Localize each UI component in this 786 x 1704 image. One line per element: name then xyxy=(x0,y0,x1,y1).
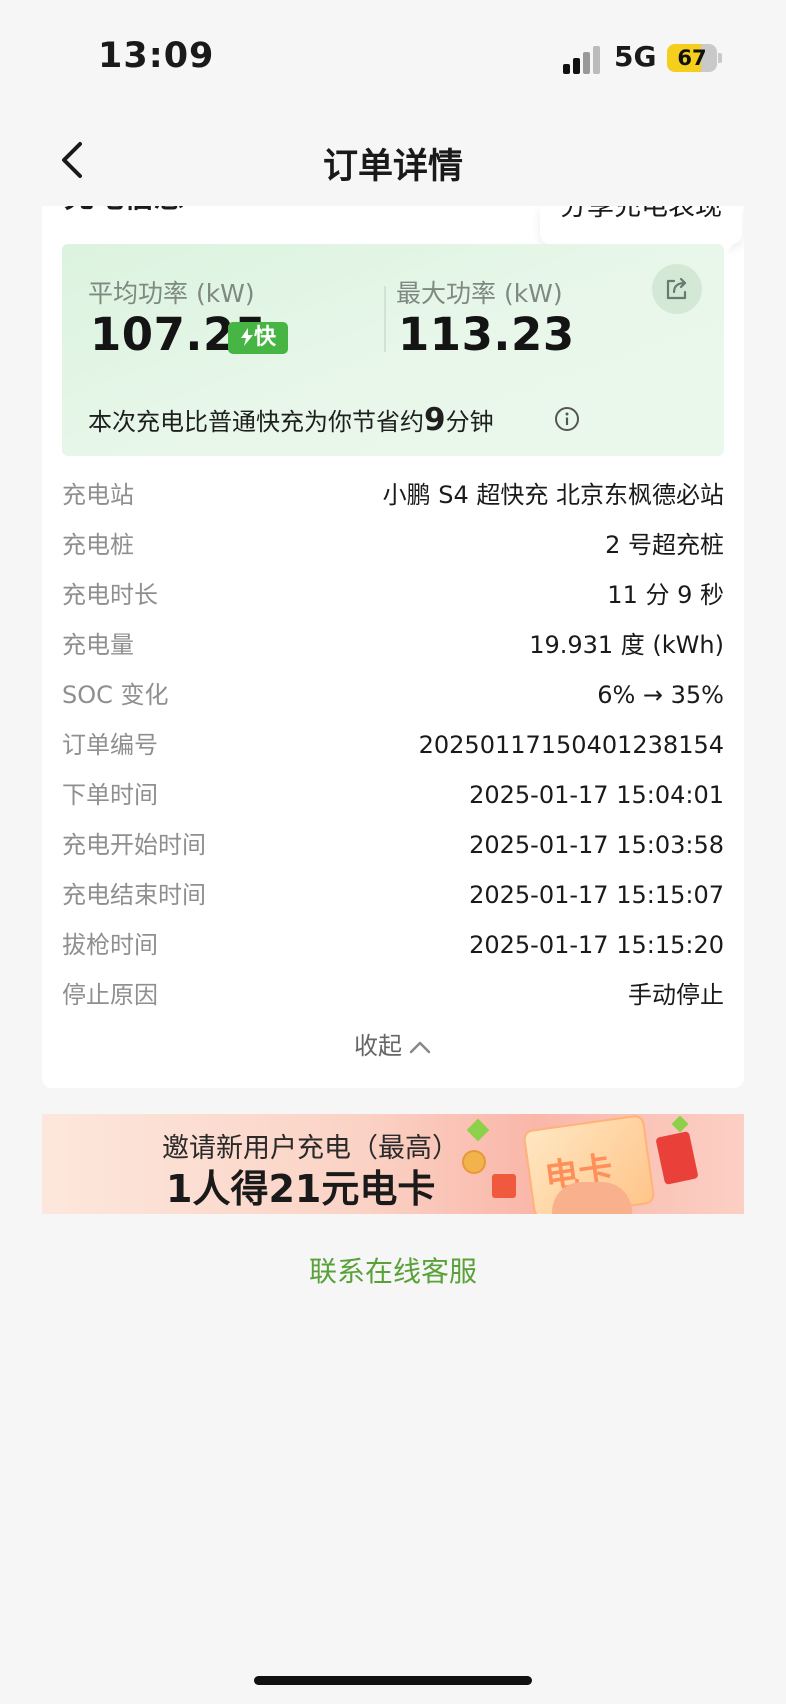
saving-prefix: 本次充电比普通快充为你节省约 xyxy=(88,408,424,436)
gift-icon xyxy=(492,1174,516,1198)
charging-info-card: 充电信息 分享充电表现 平均功率 (kW) 107.25 快 最大功率 (kW)… xyxy=(42,206,744,1088)
detail-value: 2025-01-17 15:04:01 xyxy=(469,781,724,809)
detail-label: 拔枪时间 xyxy=(62,931,158,959)
detail-row: 充电结束时间 2025-01-17 15:15:07 xyxy=(62,870,724,920)
status-bar: 13:09 5G 67 xyxy=(0,0,786,110)
fast-badge-label: 快 xyxy=(253,325,276,350)
page-title: 订单详情 xyxy=(322,147,463,187)
sparkle-icon xyxy=(466,1118,490,1142)
detail-label: 充电量 xyxy=(62,631,134,659)
detail-row: 充电站 小鹏 S4 超快充 北京东枫德必站 xyxy=(62,470,724,520)
detail-row: 充电开始时间 2025-01-17 15:03:58 xyxy=(62,820,724,870)
detail-label: 充电站 xyxy=(62,481,134,509)
info-icon[interactable] xyxy=(554,406,580,432)
detail-label: 下单时间 xyxy=(62,781,158,809)
share-icon xyxy=(666,277,687,300)
detail-row: 停止原因 手动停止 xyxy=(62,970,724,1020)
home-indicator[interactable] xyxy=(254,1676,532,1685)
detail-row: SOC 变化 6% → 35% xyxy=(62,670,724,720)
saving-suffix: 分钟 xyxy=(445,408,494,436)
saving-minutes: 9 xyxy=(424,402,446,438)
nav-bar: 订单详情 xyxy=(0,110,786,206)
collapse-label: 收起 xyxy=(354,1032,402,1060)
detail-value: 2025-01-17 15:15:07 xyxy=(469,881,724,909)
detail-label: 充电桩 xyxy=(62,531,134,559)
max-power-value: 113.23 xyxy=(398,308,575,361)
power-summary: 平均功率 (kW) 107.25 快 最大功率 (kW) 113.23 本次充电… xyxy=(62,244,724,456)
avg-power-label: 平均功率 (kW) xyxy=(88,279,255,308)
share-tooltip-text: 分享充电表现 xyxy=(560,206,722,222)
battery-percentage: 67 xyxy=(677,46,707,70)
detail-label: 充电开始时间 xyxy=(62,831,206,859)
detail-value: 11 分 9 秒 xyxy=(607,581,724,609)
detail-value: 2 号超充桩 xyxy=(605,531,724,559)
share-button[interactable] xyxy=(652,264,702,314)
detail-row: 充电量 19.931 度 (kWh) xyxy=(62,620,724,670)
banner-title: 1人得21元电卡 xyxy=(166,1167,436,1211)
detail-row: 拔枪时间 2025-01-17 15:15:20 xyxy=(62,920,724,970)
detail-row: 下单时间 2025-01-17 15:04:01 xyxy=(62,770,724,820)
detail-value: 2025-01-17 15:03:58 xyxy=(469,831,724,859)
detail-value: 6% → 35% xyxy=(597,681,724,709)
battery-icon: 67 xyxy=(667,44,717,72)
max-power-label: 最大功率 (kW) xyxy=(396,279,563,308)
detail-label: 订单编号 xyxy=(62,731,158,759)
detail-label: 充电结束时间 xyxy=(62,881,206,909)
detail-value: 小鹏 S4 超快充 北京东枫德必站 xyxy=(382,481,724,509)
detail-value: 2025011715040123​8154 xyxy=(418,731,724,759)
section-title: 充电信息 xyxy=(64,206,184,216)
detail-label: 停止原因 xyxy=(62,981,158,1009)
detail-label: 充电时长 xyxy=(62,581,158,609)
coin-icon xyxy=(462,1150,486,1174)
detail-row: 充电时长 11 分 9 秒 xyxy=(62,570,724,620)
detail-row: 订单编号 2025011715040123​8154 xyxy=(62,720,724,770)
battery-cap xyxy=(718,53,722,63)
collapse-button[interactable]: 收起 xyxy=(42,1026,744,1061)
lightning-icon xyxy=(240,328,253,346)
detail-value: 2025-01-17 15:15:20 xyxy=(469,931,724,959)
invite-banner[interactable]: 电卡 邀请新用户充电（最高） 1人得21元电卡 xyxy=(42,1114,744,1214)
fast-charge-badge: 快 xyxy=(228,322,288,354)
red-envelope-icon xyxy=(655,1130,699,1186)
saving-text: 本次充电比普通快充为你节省约9分钟 xyxy=(88,402,494,438)
detail-value: 19.931 度 (kWh) xyxy=(529,631,724,659)
chevron-up-icon xyxy=(409,1041,431,1054)
divider xyxy=(384,286,386,352)
network-type: 5G xyxy=(614,40,657,73)
detail-list: 充电站 小鹏 S4 超快充 北京东枫德必站充电桩 2 号超充桩充电时长 11 分 9 … xyxy=(62,470,724,1020)
detail-row: 充电桩 2 号超充桩 xyxy=(62,520,724,570)
signal-icon xyxy=(563,44,603,74)
detail-value: 手动停止 xyxy=(628,981,724,1009)
detail-label: SOC 变化 xyxy=(62,681,169,709)
contact-support-link[interactable]: 联系在线客服 xyxy=(0,1250,786,1290)
status-time: 13:09 xyxy=(98,36,215,76)
share-tooltip[interactable]: 分享充电表现 xyxy=(540,206,742,244)
sparkle-icon xyxy=(671,1115,689,1133)
